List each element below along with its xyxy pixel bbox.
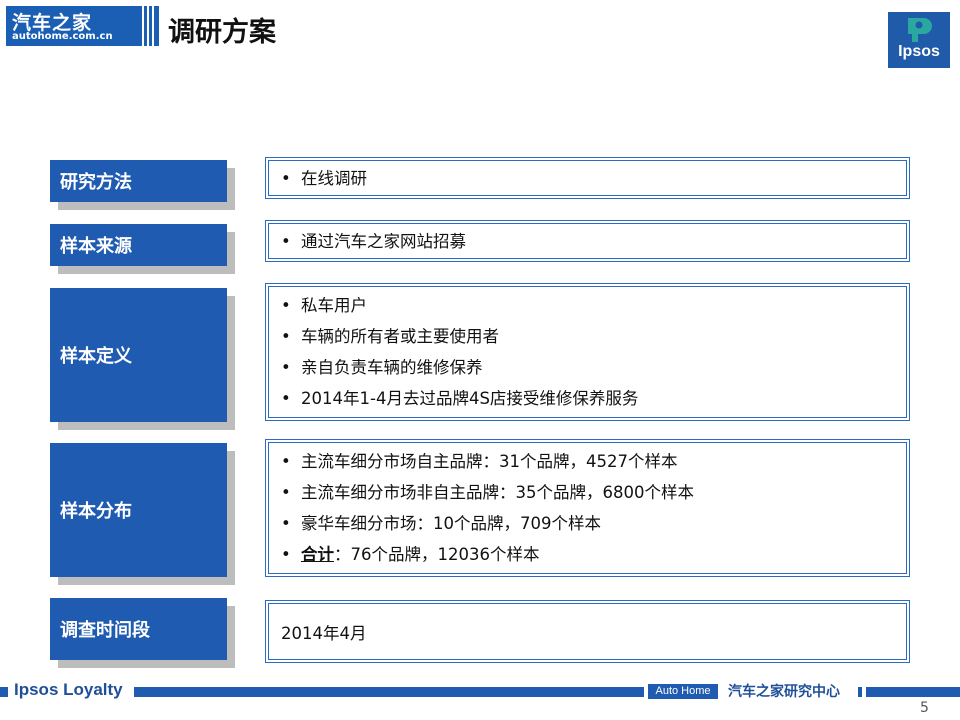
row-label-definition: 样本定义 [50, 288, 227, 422]
row-content-definition: 私车用户 车辆的所有者或主要使用者 亲自负责车辆的维修保养 2014年1-4月去… [265, 283, 910, 421]
total-value: ：76个品牌，12036个样本 [334, 545, 540, 564]
ipsos-logo: Ipsos [888, 12, 950, 68]
list-item: 主流车细分市场非自主品牌：35个品牌，6800个样本 [281, 477, 894, 508]
footer-ipsos-loyalty: Ipsos Loyalty [14, 680, 123, 699]
footer-bar: Ipsos Loyalty Auto Home 汽车之家研究中心 [0, 680, 960, 700]
list-item: 车辆的所有者或主要使用者 [281, 321, 894, 352]
row-content-distribution: 主流车细分市场自主品牌：31个品牌，4527个样本 主流车细分市场非自主品牌：3… [265, 439, 910, 577]
page-title: 调研方案 [168, 17, 276, 48]
row-label-source: 样本来源 [50, 224, 227, 266]
list-item: 通过汽车之家网站招募 [281, 226, 894, 257]
ipsos-logo-text: Ipsos [898, 43, 940, 60]
footer-research-center: 汽车之家研究中心 [728, 684, 840, 700]
list-item: 在线调研 [281, 163, 894, 194]
row-content-source: 通过汽车之家网站招募 [265, 220, 910, 262]
total-label: 合计 [301, 545, 334, 564]
row-label-method: 研究方法 [50, 160, 227, 202]
autohome-logo: 汽车之家 autohome.com.cn [6, 6, 142, 46]
list-item: 2014年1-4月去过品牌4S店接受维修保养服务 [281, 383, 894, 414]
list-item: 豪华车细分市场：10个品牌，709个样本 [281, 508, 894, 539]
list-item: 主流车细分市场自主品牌：31个品牌，4527个样本 [281, 446, 894, 477]
period-value: 2014年4月 [281, 623, 367, 643]
list-item: 亲自负责车辆的维修保养 [281, 352, 894, 383]
row-content-period: 2014年4月 [265, 600, 910, 663]
list-item-total: 合计：76个品牌，12036个样本 [281, 539, 894, 570]
list-item: 私车用户 [281, 290, 894, 321]
autohome-logo-en: autohome.com.cn [12, 31, 113, 42]
footer-autohome-en: Auto Home [648, 684, 718, 699]
header-decoration [144, 6, 160, 46]
row-label-period: 调查时间段 [50, 598, 227, 660]
row-label-distribution: 样本分布 [50, 443, 227, 577]
page-number: 5 [920, 700, 929, 716]
row-content-method: 在线调研 [265, 157, 910, 199]
ipsos-mark-icon [908, 18, 932, 42]
